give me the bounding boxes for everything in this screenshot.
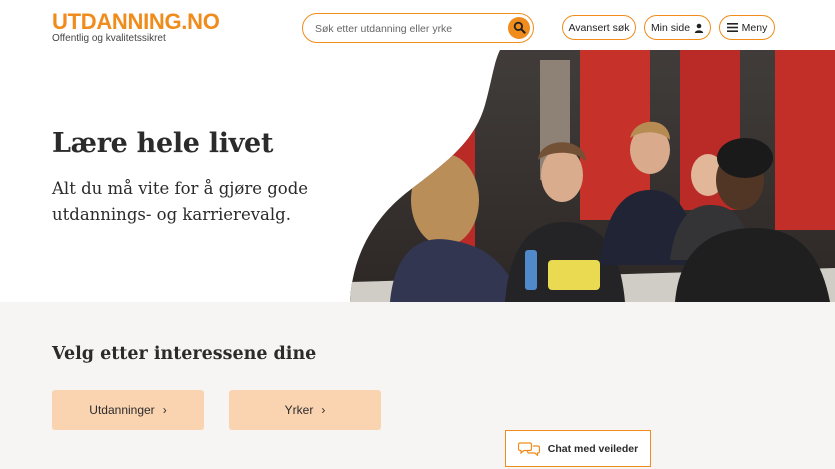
occupations-label: Yrker (284, 403, 314, 417)
occupations-button[interactable]: Yrker › (229, 390, 381, 430)
my-page-label: Min side (650, 21, 691, 34)
chat-label: Chat med veileder (547, 442, 639, 455)
chat-with-counselor-button[interactable]: Chat med veileder (505, 430, 651, 467)
hero-section: Lære hele livet Alt du må vite for å gjø… (0, 50, 835, 302)
hero-title: Lære hele livet (52, 128, 274, 159)
user-icon (694, 23, 704, 33)
menu-label: Meny (741, 21, 768, 34)
search-icon (513, 21, 526, 34)
menu-button[interactable]: Meny (719, 15, 775, 40)
advanced-search-button[interactable]: Avansert søk (562, 15, 636, 40)
hamburger-icon (726, 23, 738, 32)
my-page-button[interactable]: Min side (644, 15, 711, 40)
hero-photo (350, 50, 835, 302)
chevron-right-icon: › (321, 403, 326, 417)
hero-subtitle: Alt du må vite for å gjøre gode utdannin… (52, 179, 309, 224)
interests-section: Velg etter interessene dine Utdanninger … (0, 302, 835, 469)
chat-bubbles-icon (517, 442, 540, 456)
site-header: UTDANNING.NO Offentlig og kvalitetssikre… (0, 0, 835, 50)
search-box (302, 13, 534, 43)
logo-subtitle: Offentlig og kvalitetssikret (52, 33, 166, 44)
site-logo[interactable]: UTDANNING.NO Offentlig og kvalitetssikre… (52, 9, 220, 45)
advanced-search-label: Avansert søk (568, 21, 630, 34)
chevron-right-icon: › (162, 403, 167, 417)
search-input[interactable] (315, 20, 500, 37)
logo-title: UTDANNING.NO (52, 9, 220, 34)
search-button[interactable] (508, 16, 530, 39)
educations-button[interactable]: Utdanninger › (52, 390, 204, 430)
educations-label: Utdanninger (89, 403, 155, 417)
interests-title: Velg etter interessene dine (52, 344, 317, 364)
